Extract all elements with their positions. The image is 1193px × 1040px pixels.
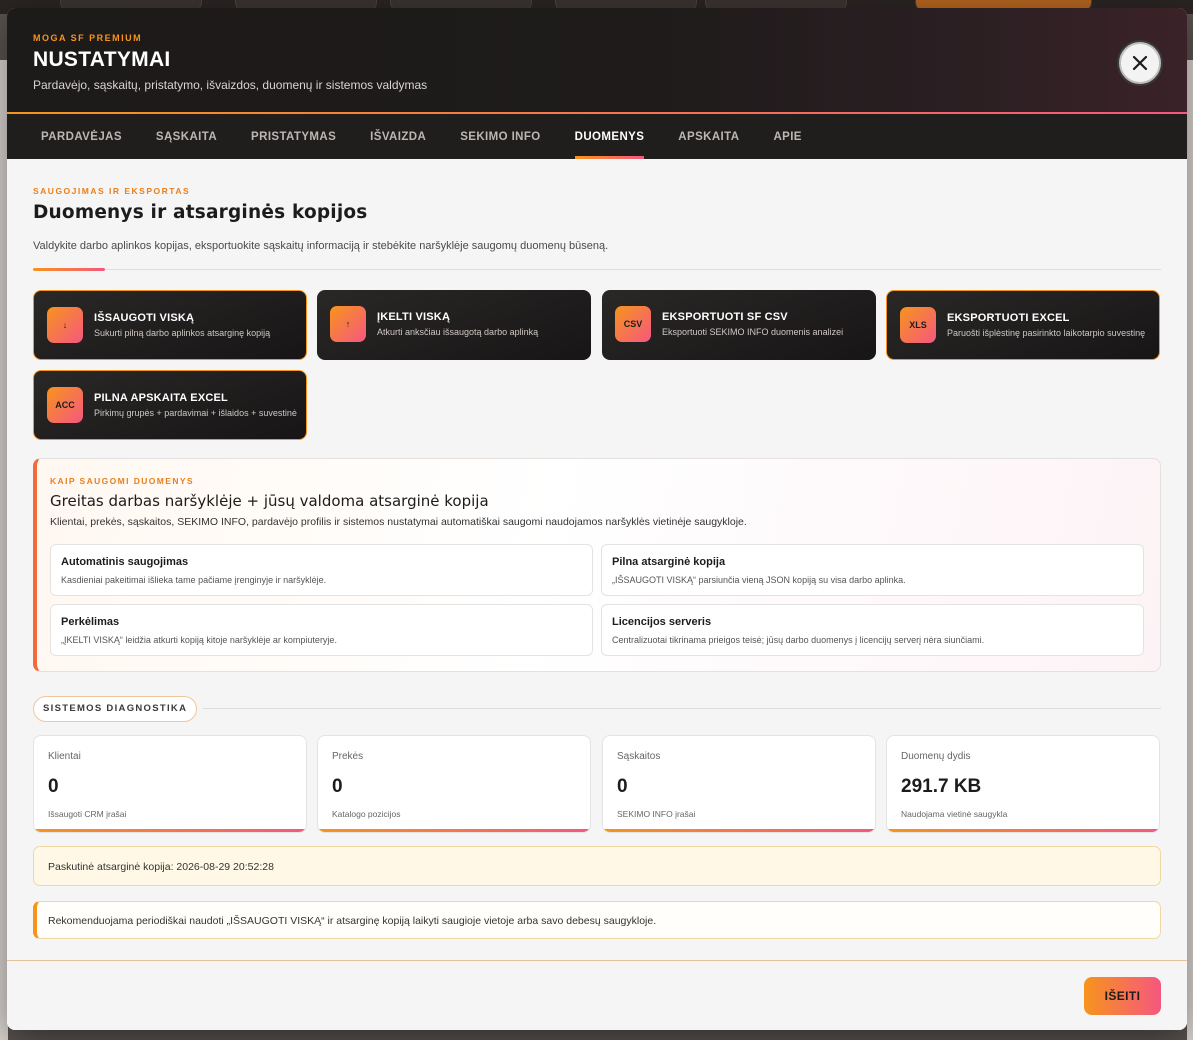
stat-label: Prekės (332, 751, 364, 762)
action-description: Pirkimų grupės + pardavimai + išlaidos +… (94, 408, 297, 418)
action-description: Atkurti anksčiau išsaugotą darbo aplinką (377, 327, 539, 337)
stat-value: 0 (332, 776, 343, 797)
upload-icon: ↑ (330, 306, 366, 342)
stat-card-clients: Klientai 0 Išsaugoti CRM įrašai (33, 735, 307, 833)
feature-card: Licencijos serveris Centralizuotai tikri… (601, 604, 1144, 656)
section-title: Duomenys ir atsarginės kopijos (33, 202, 368, 223)
feature-card: Perkėlimas „ĮKELTI VISKĄ“ leidžia atkurt… (50, 604, 593, 656)
tab-bar: PARDAVĖJAS SĄSKAITA PRISTATYMAS IŠVAIZDA… (7, 114, 1187, 159)
stat-accent-bar (318, 829, 590, 832)
diagnostics-divider (203, 708, 1161, 709)
diagnostics-title: SISTEMOS DIAGNOSTIKA (33, 696, 198, 722)
action-description: Paruošti išplėstinę pasirinkto laikotarp… (947, 328, 1146, 338)
modal-footer: IŠEITI (7, 960, 1187, 1030)
tab-isvaizda[interactable]: IŠVAIZDA (370, 114, 426, 159)
stat-value: 0 (48, 776, 59, 797)
acc-icon: ACC (47, 387, 83, 423)
feature-card: Automatinis saugojimas Kasdieniai pakeit… (50, 544, 593, 596)
export-excel-button[interactable]: XLS EKSPORTUOTI EXCEL Paruošti išplėstin… (886, 290, 1160, 360)
section-eyebrow: SAUGOJIMAS IR EKSPORTAS (33, 186, 191, 196)
export-csv-button[interactable]: CSV EKSPORTUOTI SF CSV Eksportuoti SEKIM… (602, 290, 876, 360)
feature-title: Licencijos serveris (612, 616, 712, 628)
action-label: EKSPORTUOTI SF CSV (662, 311, 788, 323)
feature-title: Perkėlimas (61, 616, 120, 628)
brand-label: MOGA SF PREMIUM (33, 33, 143, 43)
stat-accent-bar (603, 829, 875, 832)
info-text: Klientai, prekės, sąskaitos, SEKIMO INFO… (50, 516, 747, 528)
stat-label: Duomenų dydis (901, 751, 971, 762)
diagnostics-header: SISTEMOS DIAGNOSTIKA (33, 696, 1161, 722)
tab-pardavejas[interactable]: PARDAVĖJAS (41, 114, 122, 159)
download-icon: ↓ (47, 307, 83, 343)
tab-saskaita[interactable]: SĄSKAITA (156, 114, 217, 159)
action-description: Eksportuoti SEKIMO INFO duomenis analize… (662, 327, 844, 337)
xls-icon: XLS (900, 307, 936, 343)
close-icon (1132, 55, 1148, 71)
exit-button[interactable]: IŠEITI (1084, 977, 1161, 1015)
modal-header: MOGA SF PREMIUM NUSTATYMAI Pardavėjo, są… (7, 8, 1187, 113)
section-divider-accent (33, 268, 105, 271)
action-label: EKSPORTUOTI EXCEL (947, 312, 1070, 324)
stat-card-products: Prekės 0 Katalogo pozicijos (317, 735, 591, 833)
background-app-right (1187, 60, 1193, 1040)
section-divider (33, 269, 1161, 270)
feature-description: Centralizuotai tikrinama prieigos teisė;… (612, 635, 985, 645)
feature-description: „ĮKELTI VISKĄ“ leidžia atkurti kopiją ki… (61, 635, 337, 645)
feature-title: Automatinis saugojimas (61, 556, 189, 568)
stat-label: Sąskaitos (617, 751, 661, 762)
last-backup-notice: Paskutinė atsarginė kopija: 2026-08-29 2… (33, 846, 1161, 886)
tab-apie[interactable]: APIE (773, 114, 801, 159)
feature-card: Pilna atsarginė kopija „IŠSAUGOTI VISKĄ“… (601, 544, 1144, 596)
stat-subtitle: SEKIMO INFO įrašai (617, 809, 696, 819)
action-label: IŠSAUGOTI VISKĄ (94, 312, 195, 324)
section-description: Valdykite darbo aplinkos kopijas, ekspor… (33, 240, 609, 252)
load-all-button[interactable]: ↑ ĮKELTI VISKĄ Atkurti anksčiau išsaugot… (317, 290, 591, 360)
tab-apskaita[interactable]: APSKAITA (678, 114, 739, 159)
info-title: Greitas darbas naršyklėje + jūsų valdoma… (50, 492, 489, 510)
feature-description: „IŠSAUGOTI VISKĄ“ parsiunčia vieną JSON … (612, 575, 906, 585)
storage-info-panel: KAIP SAUGOMI DUOMENYS Greitas darbas nar… (33, 458, 1161, 672)
action-label: ĮKELTI VISKĄ (377, 311, 451, 323)
full-accounting-excel-button[interactable]: ACC PILNA APSKAITA EXCEL Pirkimų grupės … (33, 370, 307, 440)
stat-label: Klientai (48, 751, 81, 762)
csv-icon: CSV (615, 306, 651, 342)
stat-accent-bar (34, 829, 306, 832)
action-description: Sukurti pilną darbo aplinkos atsarginę k… (94, 328, 271, 338)
stat-subtitle: Katalogo pozicijos (332, 809, 401, 819)
stat-accent-bar (887, 829, 1159, 832)
stat-card-invoices: Sąskaitos 0 SEKIMO INFO įrašai (602, 735, 876, 833)
tab-sekimo-info[interactable]: SEKIMO INFO (460, 114, 540, 159)
tab-duomenys[interactable]: DUOMENYS (574, 114, 645, 159)
info-eyebrow: KAIP SAUGOMI DUOMENYS (50, 476, 195, 486)
feature-title: Pilna atsarginė kopija (612, 556, 726, 568)
backup-recommendation: Rekomenduojama periodiškai naudoti „IŠSA… (33, 901, 1161, 939)
stat-value: 0 (617, 776, 628, 797)
tab-pristatymas[interactable]: PRISTATYMAS (251, 114, 336, 159)
stat-subtitle: Naudojama vietinė saugykla (901, 809, 1008, 819)
action-label: PILNA APSKAITA EXCEL (94, 392, 228, 404)
modal-subtitle: Pardavėjo, sąskaitų, pristatymo, išvaizd… (33, 78, 428, 92)
stat-value: 291.7 KB (901, 776, 982, 797)
close-button[interactable] (1119, 42, 1161, 84)
settings-modal: MOGA SF PREMIUM NUSTATYMAI Pardavėjo, są… (7, 8, 1187, 1030)
stat-subtitle: Išsaugoti CRM įrašai (48, 809, 127, 819)
modal-title: NUSTATYMAI (33, 48, 171, 71)
save-all-button[interactable]: ↓ IŠSAUGOTI VISKĄ Sukurti pilną darbo ap… (33, 290, 307, 360)
feature-description: Kasdieniai pakeitimai išlieka tame pačia… (61, 575, 327, 585)
stat-card-data-size: Duomenų dydis 291.7 KB Naudojama vietinė… (886, 735, 1160, 833)
